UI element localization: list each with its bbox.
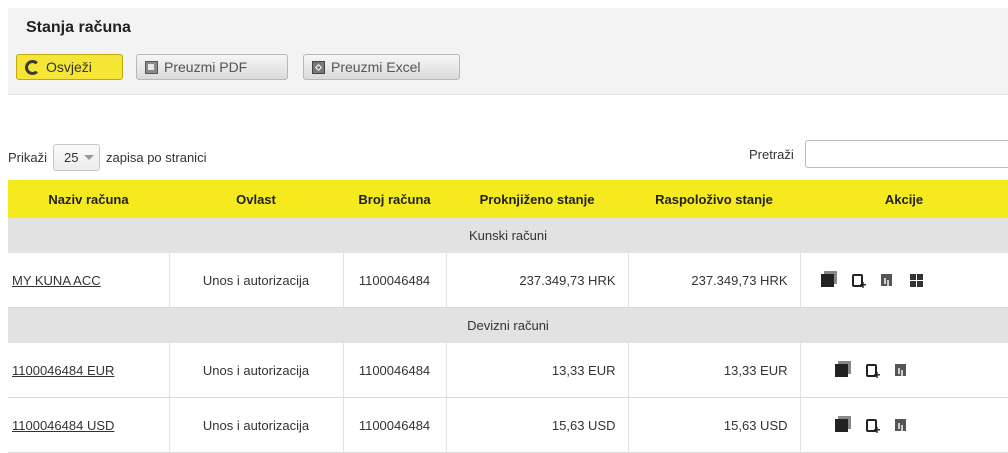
account-name-cell: MY KUNA ACC [8,253,170,308]
download-pdf-button[interactable]: Preuzmi PDF [136,54,288,80]
report-icon[interactable] [894,364,906,376]
refresh-icon [25,59,40,75]
group-row: Devizni računi [8,307,1008,343]
authority-cell: Unos i autorizacija [169,253,344,308]
panel-header: Stanja računa [8,8,1008,46]
search-input[interactable] [805,140,1008,168]
refresh-button[interactable]: Osvježi [16,54,123,80]
search-label: Pretraži [749,147,794,162]
col-header-booked[interactable]: Proknjiženo stanje [446,180,628,218]
account-name-link[interactable]: 1100046484 USD [12,418,114,433]
toolbar: Osvježi Preuzmi PDF Preuzmi Excel [8,46,1008,95]
new-payment-icon[interactable] [865,418,881,437]
page-length-value: 25 [64,150,79,165]
page-length-prefix: Prikaži [8,150,48,165]
page-length-select[interactable]: 25 [53,144,101,171]
account-name-cell: 1100046484 EUR [8,343,170,398]
group-title: Devizni računi [8,307,1008,343]
page-title: Stanja računa [26,19,131,36]
excel-icon [312,60,325,74]
statement-icon[interactable] [820,270,837,287]
new-payment-icon[interactable] [851,273,867,292]
new-payment-icon[interactable] [865,363,881,382]
available-balance-cell: 13,33 EUR [628,343,801,398]
table-row: 1100046484 USD Unos i autorizacija 11000… [8,397,1008,453]
col-header-available[interactable]: Raspoloživo stanje [628,180,800,218]
account-name-link[interactable]: 1100046484 EUR [12,363,114,378]
booked-balance-cell: 15,63 USD [446,397,629,453]
col-header-name[interactable]: Naziv računa [8,180,169,218]
refresh-label: Osvježi [46,59,92,75]
statement-icon[interactable] [834,360,851,377]
download-excel-button[interactable]: Preuzmi Excel [303,54,460,80]
account-number-cell: 1100046484 [343,253,447,308]
actions-cell [800,253,1008,308]
download-excel-label: Preuzmi Excel [331,59,421,75]
available-balance-cell: 15,63 USD [628,397,801,453]
download-pdf-label: Preuzmi PDF [164,59,248,75]
group-title: Kunski računi [8,218,1008,253]
account-name-cell: 1100046484 USD [8,397,170,453]
account-number-cell: 1100046484 [343,397,447,453]
statement-icon[interactable] [834,415,851,432]
table-header-row: Naziv računa Ovlast Broj računa Proknjiž… [8,180,1008,218]
col-header-number[interactable]: Broj računa [343,180,446,218]
booked-balance-cell: 13,33 EUR [446,343,629,398]
available-balance-cell: 237.349,73 HRK [628,253,801,308]
table-row: 1100046484 EUR Unos i autorizacija 11000… [8,343,1008,398]
account-name-link[interactable]: MY KUNA ACC [12,273,101,288]
actions-cell [800,343,1008,398]
group-row: Kunski računi [8,218,1008,253]
col-header-actions: Akcije [800,180,1008,218]
actions-cell [800,397,1008,453]
booked-balance-cell: 237.349,73 HRK [446,253,629,308]
accounts-table: Naziv računa Ovlast Broj računa Proknjiž… [8,180,1008,453]
table-row: MY KUNA ACC Unos i autorizacija 11000464… [8,253,1008,308]
report-icon[interactable] [880,274,892,286]
page-length-control: Prikaži 25 zapisa po stranici [8,144,206,171]
authority-cell: Unos i autorizacija [169,397,344,453]
pdf-icon [145,60,158,74]
chevron-down-icon [84,155,95,160]
page-length-suffix: zapisa po stranici [106,150,207,165]
report-icon[interactable] [894,419,906,431]
grid-icon[interactable] [909,273,923,287]
account-number-cell: 1100046484 [343,343,447,398]
authority-cell: Unos i autorizacija [169,343,344,398]
col-header-authority[interactable]: Ovlast [169,180,343,218]
